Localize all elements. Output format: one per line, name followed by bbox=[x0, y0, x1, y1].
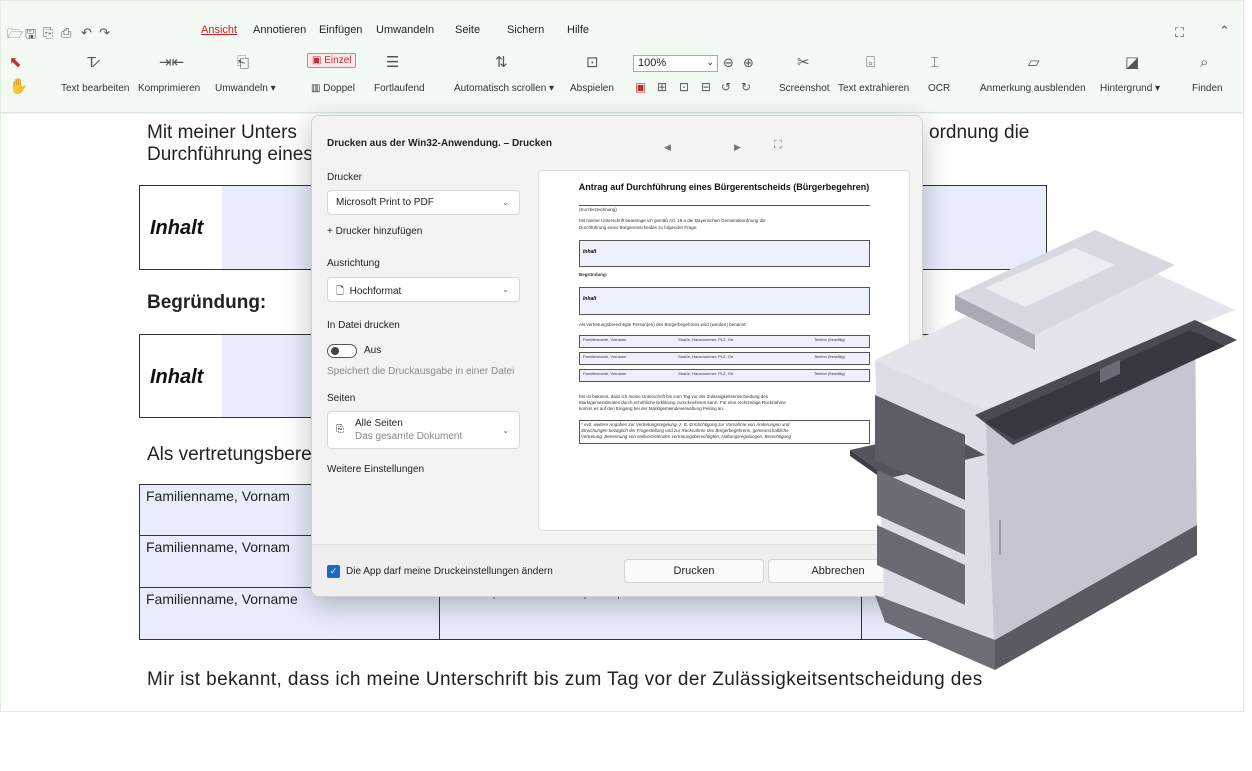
begruendung-heading: Begründung: bbox=[147, 292, 267, 313]
fit-preview-icon[interactable]: ⛶ bbox=[774, 139, 782, 152]
doppel-button[interactable]: ▥ Doppel bbox=[311, 83, 355, 94]
print-to-file-toggle[interactable] bbox=[327, 344, 357, 358]
datei-label: In Datei drucken bbox=[327, 320, 400, 331]
zoom-out-icon[interactable]: ⊖ bbox=[723, 56, 734, 69]
extract-text-icon[interactable]: ⌻ bbox=[866, 55, 875, 70]
chevron-down-icon: ⌄ bbox=[502, 426, 509, 435]
ocr-icon[interactable]: ⌶ bbox=[930, 55, 939, 70]
find-icon[interactable]: ⌕ bbox=[1200, 55, 1208, 70]
convert-icon[interactable]: ⎗ bbox=[237, 55, 249, 70]
allow-app-label: Die App darf meine Druckeinstellungen än… bbox=[346, 566, 553, 577]
doc-line-1a: Mit meiner Unters bbox=[147, 122, 297, 143]
inhalt-label: Inhalt bbox=[150, 217, 204, 239]
double-page-icon: ▥ bbox=[311, 83, 321, 94]
chevron-down-icon: ⌄ bbox=[502, 285, 509, 294]
menu-sichern[interactable]: Sichern bbox=[507, 24, 544, 36]
background-icon[interactable]: ◪ bbox=[1125, 55, 1139, 70]
actual-size-icon[interactable]: ⊡ bbox=[679, 81, 689, 93]
einzel-button[interactable]: ▣ Einzel bbox=[307, 53, 357, 68]
undo-icon[interactable]: ↶ bbox=[81, 25, 92, 41]
doc-line-1b: ordnung die bbox=[929, 122, 1030, 143]
komprimieren-button[interactable]: Komprimieren bbox=[138, 83, 200, 94]
seiten-label: Seiten bbox=[327, 393, 356, 404]
fortlaufend-button[interactable]: Fortlaufend bbox=[374, 83, 425, 94]
menu-einfuegen[interactable]: Einfügen bbox=[319, 24, 362, 36]
screenshot-icon[interactable]: ✂ bbox=[797, 55, 810, 70]
save-icon[interactable]: 🖫 bbox=[25, 25, 36, 47]
chevron-down-icon: ⌄ bbox=[706, 57, 714, 67]
dialog-title: Drucken aus der Win32-Anwendung. – Druck… bbox=[327, 138, 552, 149]
fit-visible-icon[interactable]: ⊟ bbox=[701, 81, 711, 93]
fit-width-icon[interactable]: ⊞ bbox=[657, 81, 667, 93]
drucker-label: Drucker bbox=[327, 172, 363, 183]
text-extrahieren-button[interactable]: Text extrahieren bbox=[838, 83, 909, 94]
begruendung-inhalt-label: Inhalt bbox=[150, 366, 204, 388]
umwandeln-button[interactable]: Umwandeln ▾ bbox=[215, 83, 276, 94]
rotate-left-icon[interactable]: ↺ bbox=[721, 81, 731, 93]
printer-illustration bbox=[850, 230, 1237, 670]
toggle-state: Aus bbox=[364, 345, 382, 356]
datei-hint: Speichert die Druckausgabe in einer Date… bbox=[327, 366, 515, 377]
menu-seite[interactable]: Seite bbox=[455, 24, 480, 36]
print-button[interactable]: Drucken bbox=[624, 559, 764, 583]
printer-select[interactable]: Microsoft Print to PDF ⌄ bbox=[327, 190, 520, 215]
page-icon: 🗋 bbox=[336, 286, 345, 297]
text-bearbeiten-button[interactable]: Text bearbeiten bbox=[61, 83, 129, 94]
orientation-select[interactable]: 🗋 Hochformat ⌄ bbox=[327, 277, 520, 302]
hand-tool-icon[interactable]: ✋ bbox=[9, 79, 28, 94]
select-cursor-icon[interactable]: ⬉ bbox=[9, 55, 22, 70]
ribbon-toolbar: 🗁 🖫 ⎘ ⎙ ↶ ↷ Ansicht Annotieren Einfügen … bbox=[1, 1, 1243, 113]
continuous-icon[interactable]: ☰ bbox=[386, 55, 399, 70]
zoom-in-icon[interactable]: ⊕ bbox=[743, 56, 754, 69]
menu-ansicht[interactable]: Ansicht bbox=[201, 24, 237, 36]
abspielen-button[interactable]: Abspielen bbox=[570, 83, 614, 94]
next-page-icon[interactable]: ▶ bbox=[734, 142, 741, 153]
zoom-select[interactable]: 100% ⌄ bbox=[633, 55, 718, 72]
compress-icon[interactable]: ⇥⇤ bbox=[159, 55, 184, 70]
allow-app-checkbox[interactable]: ✓ bbox=[327, 565, 340, 578]
play-icon[interactable]: ⊡ bbox=[586, 55, 599, 70]
pages-select[interactable]: ⎘ Alle Seiten Das gesamte Dokument ⌄ bbox=[327, 411, 520, 449]
menu-annotieren[interactable]: Annotieren bbox=[253, 24, 306, 36]
ausrichtung-label: Ausrichtung bbox=[327, 258, 380, 269]
open-icon[interactable]: 🗁 bbox=[7, 25, 23, 47]
vertretung-text: Als vertretungsbere bbox=[147, 444, 312, 465]
single-page-icon: ▣ bbox=[312, 55, 322, 66]
auto-scroll-icon[interactable]: ⇅ bbox=[495, 55, 508, 70]
preview-title: Antrag auf Durchführung eines Bürgerents… bbox=[578, 182, 870, 192]
dialog-footer: ✓ Die App darf meine Druckeinstellungen … bbox=[312, 544, 922, 596]
text-edit-icon[interactable]: T̷ bbox=[87, 55, 96, 70]
menu-umwandeln[interactable]: Umwandeln bbox=[376, 24, 434, 36]
chevron-down-icon: ⌄ bbox=[502, 198, 509, 207]
finden-button[interactable]: Finden bbox=[1192, 83, 1223, 94]
fullscreen-icon[interactable]: ⛶ bbox=[1175, 25, 1184, 41]
rotate-right-icon[interactable]: ↻ bbox=[741, 81, 751, 93]
doc-line-2: Durchführung eines bbox=[147, 144, 313, 165]
ocr-button[interactable]: OCR bbox=[928, 83, 950, 94]
redo-icon[interactable]: ↷ bbox=[99, 25, 110, 41]
weitere-einstellungen-link[interactable]: Weitere Einstellungen bbox=[327, 464, 424, 475]
pages-icon: ⎘ bbox=[336, 424, 344, 435]
collapse-ribbon-icon[interactable]: ⌃ bbox=[1219, 23, 1230, 39]
add-printer-link[interactable]: + Drucker hinzufügen bbox=[327, 226, 422, 237]
save-as-icon[interactable]: ⎘ bbox=[43, 25, 53, 41]
hintergrund-button[interactable]: Hintergrund ▾ bbox=[1100, 83, 1160, 94]
print-icon[interactable]: ⎙ bbox=[61, 25, 71, 41]
hide-annotation-icon[interactable]: ▱ bbox=[1028, 55, 1040, 70]
print-dialog: Drucken aus der Win32-Anwendung. – Druck… bbox=[311, 115, 923, 597]
auto-scroll-button[interactable]: Automatisch scrollen ▾ bbox=[454, 83, 554, 94]
menu-hilfe[interactable]: Hilfe bbox=[567, 24, 589, 36]
anmerkung-ausblenden-button[interactable]: Anmerkung ausblenden bbox=[980, 83, 1086, 94]
screenshot-button[interactable]: Screenshot bbox=[779, 83, 830, 94]
prev-page-icon[interactable]: ◀ bbox=[664, 142, 671, 153]
fit-page-icon[interactable]: ▣ bbox=[635, 81, 646, 93]
